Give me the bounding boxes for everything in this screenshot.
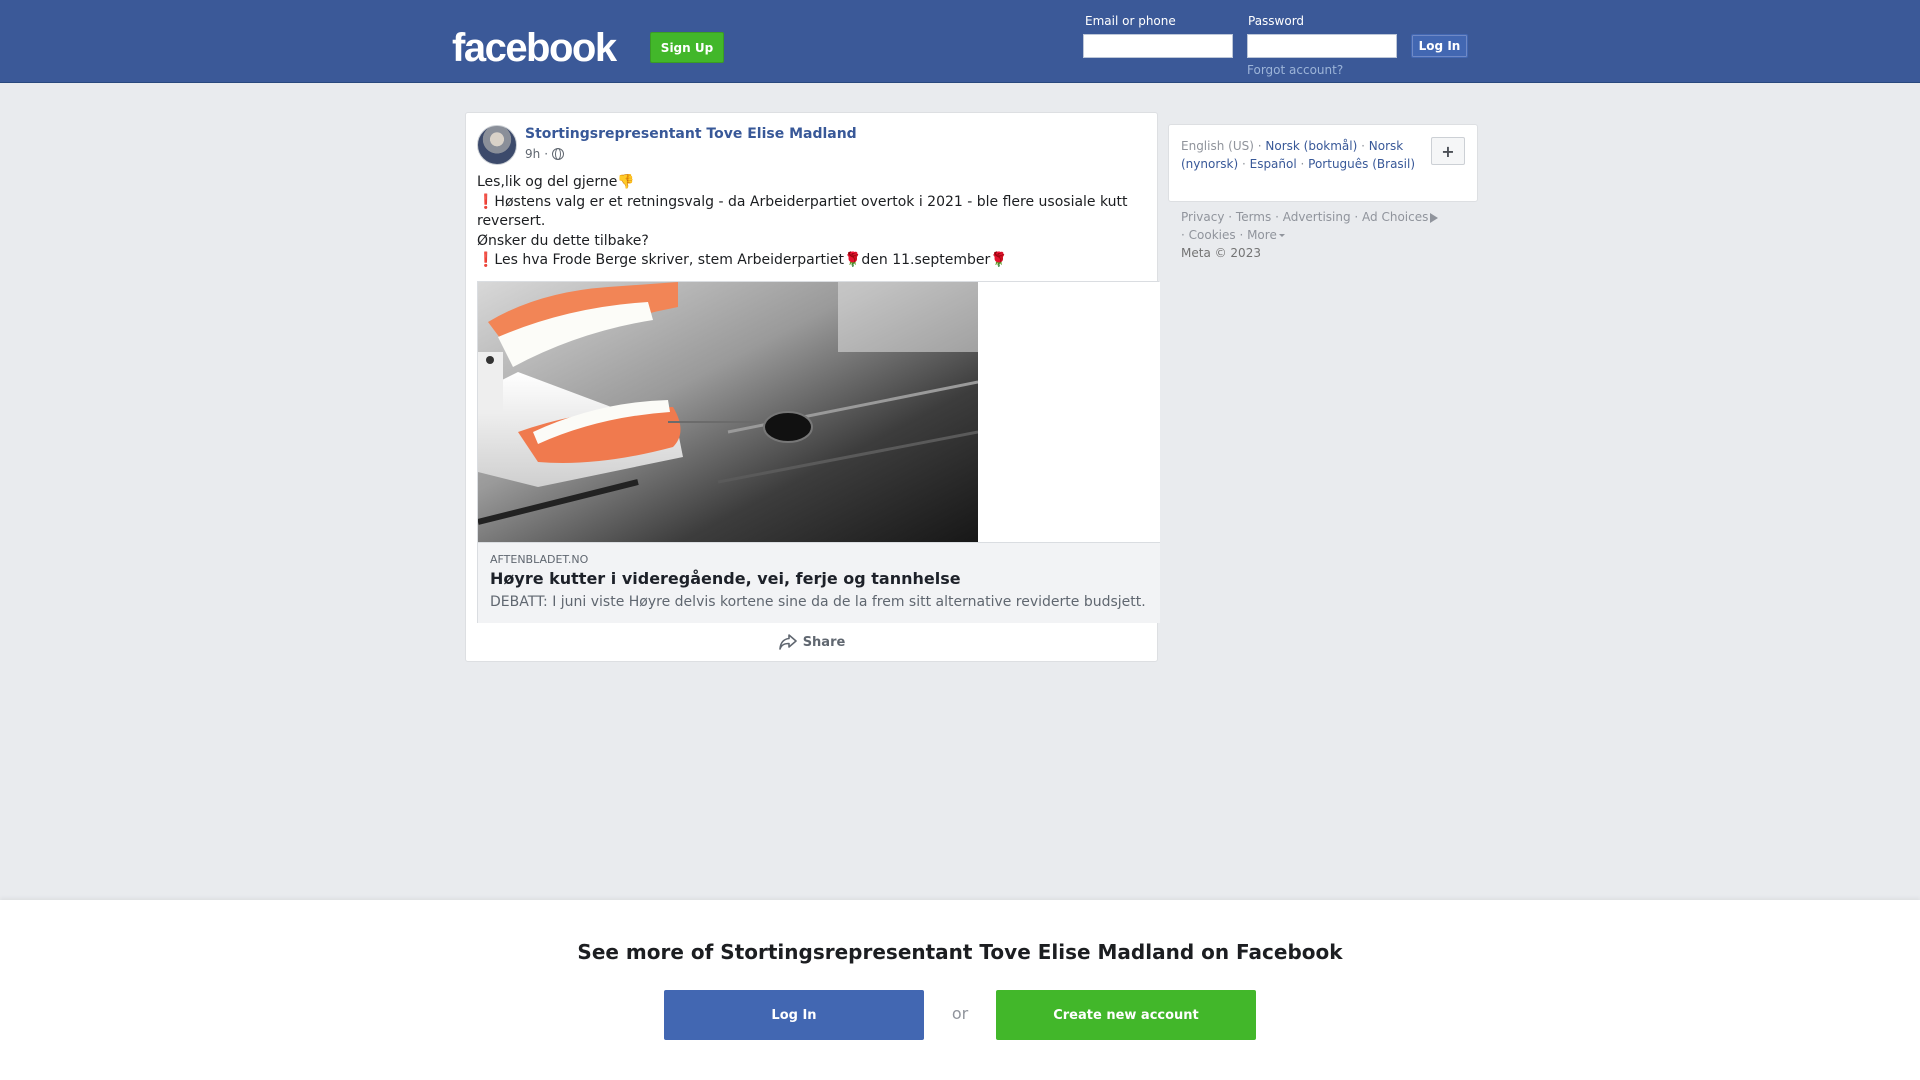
- post-line: ❗Les hva Frode Berge skriver, stem Arbei…: [477, 252, 1008, 268]
- password-field[interactable]: [1247, 34, 1397, 58]
- link-image[interactable]: [478, 282, 978, 542]
- footer-link-advertising[interactable]: Advertising: [1283, 210, 1351, 224]
- login-prompt-bar: See more of Stortingsrepresentant Tove E…: [0, 900, 1920, 1080]
- post-author[interactable]: Stortingsrepresentant Tove Elise Madland: [525, 126, 857, 142]
- avatar[interactable]: [477, 125, 517, 165]
- link-preview[interactable]: AFTENBLADET.NO Høyre kutter i videregåen…: [477, 281, 1160, 623]
- forgot-account-link[interactable]: Forgot account?: [1247, 63, 1343, 77]
- email-field[interactable]: [1083, 34, 1233, 58]
- post-line: Les,lik og del gjerne👎: [477, 174, 635, 190]
- more-languages-button[interactable]: +: [1431, 137, 1465, 165]
- post-time[interactable]: 9h: [525, 147, 540, 161]
- post-line: Ønsker du dette tilbake?: [477, 232, 649, 249]
- dentures-image: [478, 282, 978, 542]
- language-link[interactable]: Norsk (bokmål): [1265, 139, 1357, 153]
- meta-separator: ·: [544, 147, 549, 161]
- footer-links: Privacy · Terms · Advertising · Ad Choic…: [1181, 208, 1481, 262]
- footer-link-privacy[interactable]: Privacy: [1181, 210, 1224, 224]
- facebook-logo[interactable]: facebook: [452, 26, 617, 70]
- link-domain: AFTENBLADET.NO: [490, 553, 589, 566]
- language-link[interactable]: Português (Brasil): [1308, 157, 1415, 171]
- sign-up-button[interactable]: Sign Up: [650, 32, 724, 63]
- see-more-heading: See more of Stortingsrepresentant Tove E…: [577, 940, 1343, 964]
- language-box: English (US) · Norsk (bokmål) · Norsk (n…: [1168, 124, 1478, 202]
- post-line: ❗Høstens valg er et retningsvalg - da Ar…: [477, 193, 1128, 230]
- language-list: English (US) · Norsk (bokmål) · Norsk (n…: [1181, 139, 1416, 171]
- language-current: English (US): [1181, 139, 1254, 153]
- footer-link-ad-choices[interactable]: Ad Choices: [1362, 210, 1428, 224]
- chevron-down-icon[interactable]: [1278, 234, 1285, 237]
- footer-link-terms[interactable]: Terms: [1236, 210, 1271, 224]
- link-image-padding: [978, 282, 1160, 542]
- link-info[interactable]: AFTENBLADET.NO Høyre kutter i videregåen…: [478, 542, 1160, 623]
- footer-link-more[interactable]: More: [1247, 228, 1277, 242]
- link-description: DEBATT: I juni viste Høyre delvis korten…: [490, 594, 1146, 610]
- top-bar: facebook Sign Up Email or phone Password…: [0, 0, 1920, 83]
- ad-choices-icon[interactable]: [1430, 212, 1439, 223]
- post-meta: 9h ·: [525, 147, 565, 161]
- email-label: Email or phone: [1085, 14, 1176, 28]
- create-account-button[interactable]: Create new account: [996, 990, 1256, 1040]
- post-card: Stortingsrepresentant Tove Elise Madland…: [465, 112, 1160, 662]
- log-in-button[interactable]: Log In: [1411, 34, 1468, 58]
- copyright: Meta © 2023: [1181, 246, 1261, 260]
- globe-icon[interactable]: [552, 148, 565, 160]
- link-title[interactable]: Høyre kutter i videregående, vei, ferje …: [490, 569, 961, 588]
- footer-link-cookies[interactable]: Cookies: [1189, 228, 1236, 242]
- password-label: Password: [1248, 14, 1305, 28]
- language-link[interactable]: Español: [1250, 157, 1297, 171]
- share-label: Share: [802, 634, 846, 650]
- share-button[interactable]: Share: [477, 623, 1147, 661]
- bottom-log-in-button[interactable]: Log In: [664, 990, 924, 1040]
- share-icon: [778, 634, 797, 650]
- or-label: or: [951, 1004, 969, 1023]
- post-text: Les,lik og del gjerne👎 ❗Høstens valg er …: [477, 173, 1147, 271]
